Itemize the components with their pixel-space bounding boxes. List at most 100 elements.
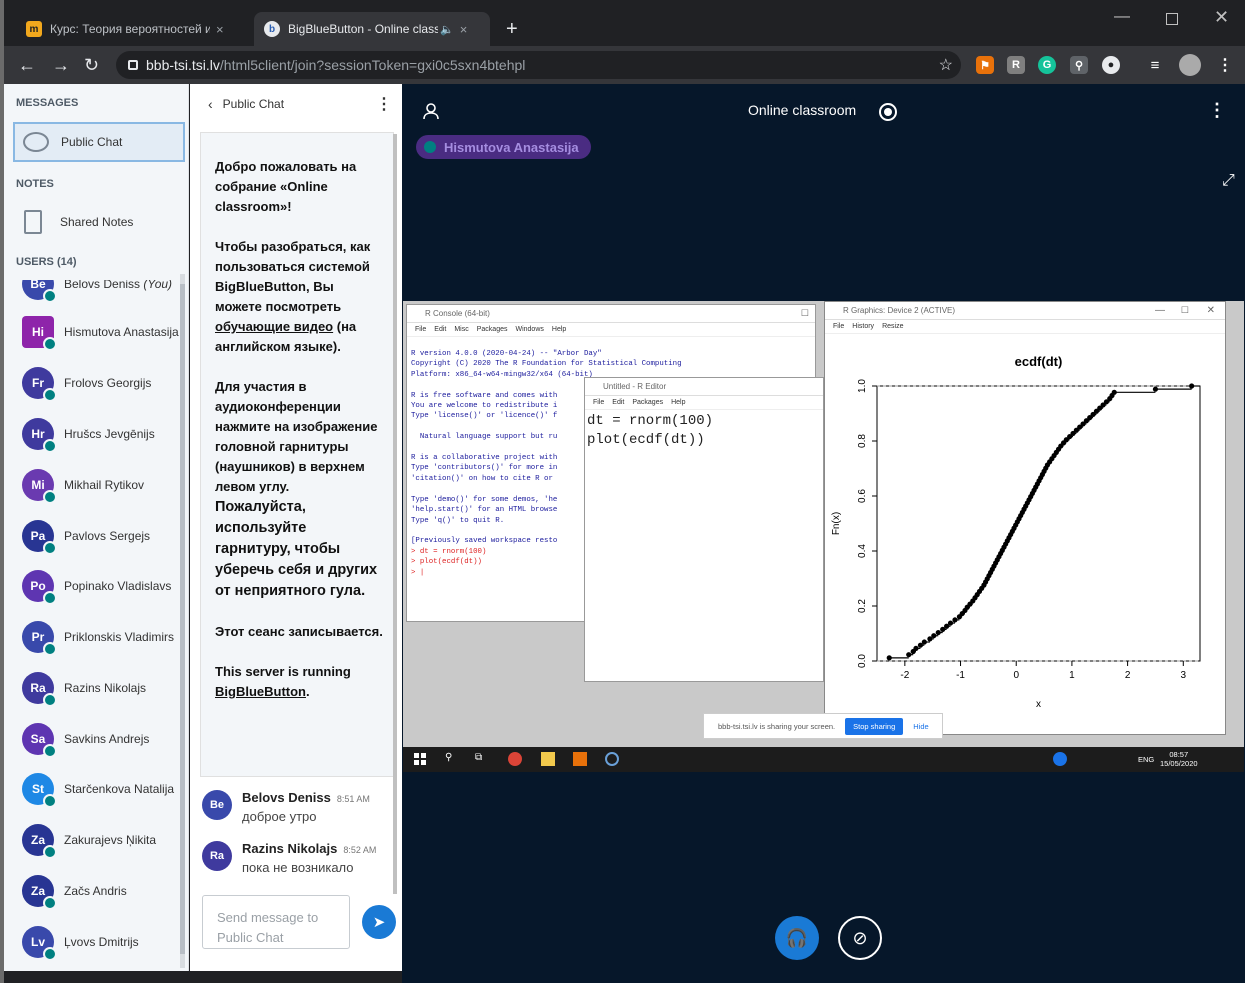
- r-graphics-window[interactable]: R Graphics: Device 2 (ACTIVE) — ☐ ✕ File His…: [824, 301, 1226, 735]
- join-audio-button[interactable]: 🎧: [775, 916, 819, 960]
- talking-indicator[interactable]: Hismutova Anastasija: [416, 135, 591, 159]
- back-icon[interactable]: ←: [18, 55, 36, 76]
- chat-header[interactable]: ‹ Public Chat: [208, 96, 284, 112]
- message-header: Belovs Deniss 8:51 AM: [242, 790, 370, 805]
- chat-panel: ‹ Public Chat ⋮ Добро пожаловать на собр…: [190, 84, 402, 971]
- tutorial-video-link[interactable]: обучающие видео: [215, 319, 333, 334]
- user-item[interactable]: Be Belovs Deniss (You): [22, 280, 172, 304]
- options-menu-icon[interactable]: ⋮: [1208, 100, 1226, 121]
- tab-bigbluebutton[interactable]: b BigBlueButton - Online classroom 🔈 ×: [254, 12, 490, 46]
- user-item[interactable]: Hr Hrušcs Jevgēnijs: [22, 414, 155, 454]
- user-item[interactable]: Za Začs Andris: [22, 871, 127, 911]
- chevron-left-icon[interactable]: ‹: [208, 96, 213, 112]
- avatar-initials: Pa: [30, 529, 46, 543]
- github-icon[interactable]: ●: [1102, 56, 1120, 74]
- user-item[interactable]: Hi Hismutova Anastasija: [22, 312, 179, 352]
- mic-icon: [43, 744, 57, 758]
- editor-code: dt = rnorm(100) plot(ecdf(dt)): [587, 413, 714, 448]
- bookmark-star-icon[interactable]: ☆: [939, 55, 953, 75]
- stop-sharing-button[interactable]: Stop sharing: [845, 717, 904, 735]
- forward-icon[interactable]: →: [52, 55, 70, 76]
- mic-icon: [43, 845, 57, 859]
- avatar: Be: [22, 280, 57, 303]
- scrollbar-thumb[interactable]: [180, 284, 185, 954]
- tab-title: Курс: Теория вероятностей и математическ…: [50, 22, 210, 36]
- new-tab-button[interactable]: +: [506, 12, 518, 46]
- maximize-icon[interactable]: [1166, 13, 1178, 25]
- hide-button[interactable]: Hide: [913, 722, 928, 731]
- user-item[interactable]: Pr Priklonskis Vladimirs: [22, 617, 174, 657]
- user-name: Belovs Deniss: [64, 280, 141, 291]
- recording-indicator-icon[interactable]: [879, 103, 897, 121]
- users-scrollbar[interactable]: [180, 274, 185, 968]
- avatar-initials: Za: [30, 884, 45, 898]
- y-axis-label: Fn(x): [831, 512, 842, 535]
- message-time: 8:51 AM: [336, 794, 370, 804]
- screenshare-video: R Console (64-bit) ☐ File Edit Misc Packages…: [403, 301, 1244, 772]
- y-tick-label: 0.0: [857, 654, 868, 668]
- user-name: Mikhail Rytikov: [64, 478, 145, 492]
- user-item[interactable]: Za Zakurajevs Ņikita: [22, 820, 156, 860]
- share-webcam-button[interactable]: ⊘: [838, 916, 882, 960]
- extension-icon[interactable]: ⚑: [976, 56, 994, 74]
- x-tick-label: 2: [1125, 670, 1131, 681]
- user-item[interactable]: Lv Ļvovs Dmitrijs: [22, 922, 139, 962]
- menu-item: File: [833, 323, 845, 330]
- scrollbar-thumb[interactable]: [393, 134, 397, 894]
- r-icon: [605, 752, 619, 766]
- user-item[interactable]: Po Popinako Vladislavs: [22, 566, 171, 606]
- user-list-toggle-icon[interactable]: [422, 102, 440, 120]
- avatar-initials: St: [32, 782, 44, 796]
- ecdf-chart: ecdf(dt) -2 -1 0 1 2 3 0.0 0.2 0.4 0.6 0.8 1.0 x Fn(x): [831, 354, 1201, 710]
- reload-icon[interactable]: ↻: [84, 55, 99, 76]
- y-tick-label: 0.4: [857, 544, 868, 558]
- window-menubar: File Edit Packages Help: [585, 396, 823, 410]
- avatar-initials: Mi: [31, 478, 45, 492]
- bigbluebutton-link[interactable]: BigBlueButton: [215, 684, 306, 699]
- welcome-line: Добро пожаловать на собрание «Online cla…: [215, 159, 357, 214]
- notes-icon: [24, 210, 42, 234]
- fullscreen-icon[interactable]: ⤢: [1222, 172, 1235, 190]
- language-indicator: ENG: [1138, 755, 1155, 764]
- r-editor-window[interactable]: Untitled - R Editor File Edit Packages Help…: [584, 377, 824, 682]
- close-window-icon[interactable]: ✕: [1214, 7, 1229, 28]
- user-item[interactable]: Pa Pavlovs Sergejs: [22, 516, 150, 556]
- minimize-icon[interactable]: —: [1114, 8, 1130, 26]
- media-control-icon[interactable]: ≡: [1146, 56, 1164, 74]
- avatar-initials: Hi: [32, 325, 44, 339]
- user-name: Ļvovs Dmitrijs: [64, 935, 139, 949]
- menu-item: Packages: [632, 399, 664, 406]
- user-item[interactable]: Sa Savkins Andrejs: [22, 719, 149, 759]
- avatar-initials: Pr: [31, 630, 45, 644]
- welcome-line: Для участия в аудиоконференции нажмите н…: [215, 377, 383, 602]
- speaker-icon[interactable]: 🔈: [440, 23, 454, 36]
- tab-course[interactable]: m Курс: Теория вероятностей и математиче…: [18, 12, 250, 46]
- chat-message-input[interactable]: Send message to Public Chat: [202, 895, 350, 949]
- public-chat-item[interactable]: Public Chat: [13, 122, 185, 162]
- extension-icon[interactable]: ⚲: [1070, 56, 1088, 74]
- shared-notes-item[interactable]: Shared Notes: [18, 204, 133, 240]
- user-item[interactable]: Fr Frolovs Georgijs: [22, 363, 151, 403]
- welcome-message: Добро пожаловать на собрание «Online cla…: [200, 132, 394, 777]
- chat-options-icon[interactable]: ⋮: [376, 94, 392, 114]
- mic-icon: [43, 896, 57, 910]
- avatar-initials: Sa: [30, 732, 46, 746]
- close-icon[interactable]: ×: [216, 22, 224, 37]
- avatar: Hi: [22, 316, 57, 351]
- avatar[interactable]: [1179, 54, 1201, 76]
- grammarly-icon[interactable]: G: [1038, 56, 1056, 74]
- shared-notes-label: Shared Notes: [60, 215, 134, 229]
- address-bar[interactable]: bbb-tsi.tsi.lv/html5client/join?sessionT…: [116, 51, 961, 79]
- user-item[interactable]: St Starčenkova Natalija: [22, 769, 174, 809]
- chat-scrollbar[interactable]: [393, 134, 397, 894]
- user-item[interactable]: Mi Mikhail Rytikov: [22, 465, 144, 505]
- chart-title: ecdf(dt): [1015, 354, 1063, 369]
- search-icon: ⚲: [445, 752, 453, 763]
- send-button[interactable]: ➤: [362, 905, 396, 939]
- user-item[interactable]: Ra Razins Nikolajs: [22, 668, 146, 708]
- close-icon[interactable]: ×: [460, 22, 468, 37]
- chrome-menu-icon[interactable]: ⋮: [1216, 56, 1234, 74]
- extension-icon[interactable]: R: [1007, 56, 1025, 74]
- welcome-text: This server is running: [215, 664, 351, 679]
- mic-icon: [43, 490, 57, 504]
